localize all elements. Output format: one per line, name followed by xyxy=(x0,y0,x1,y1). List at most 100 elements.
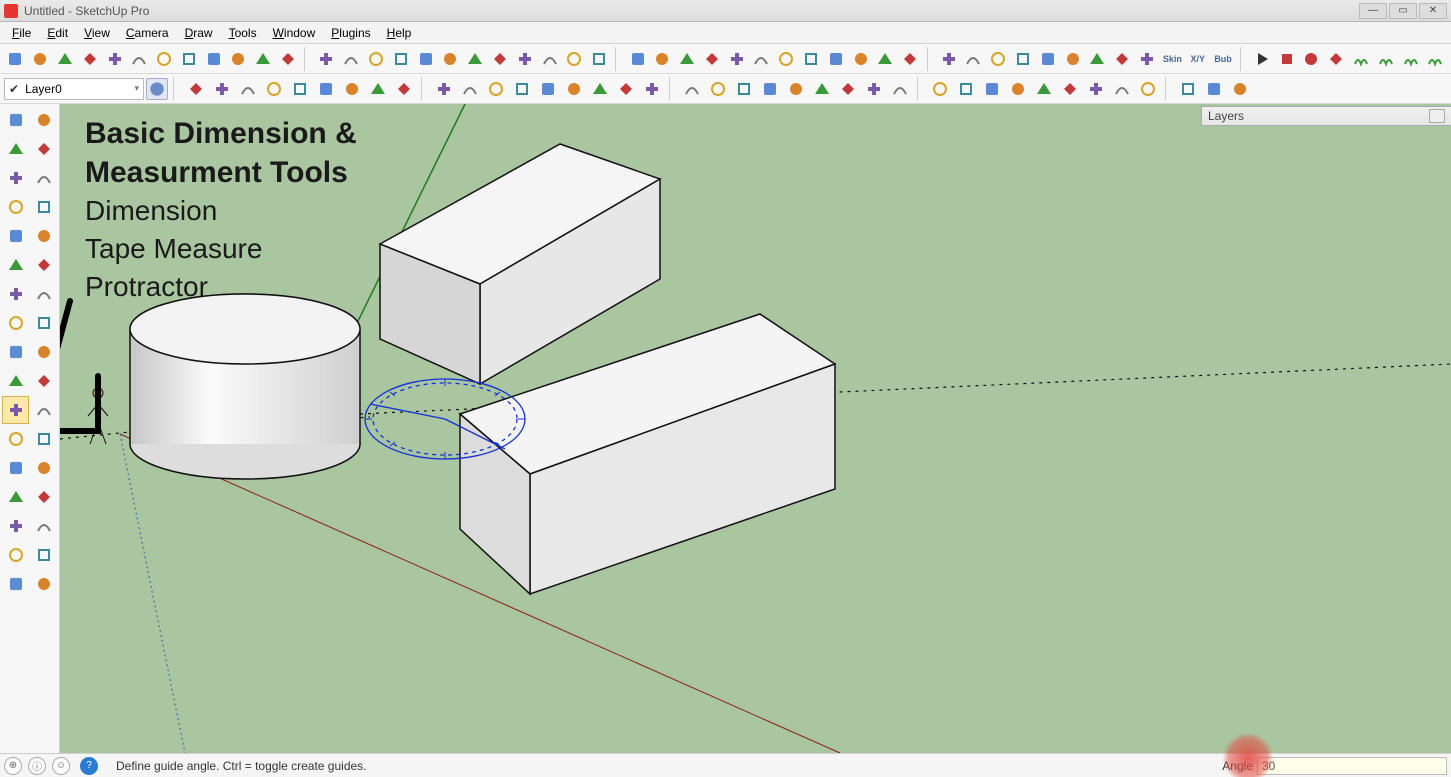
scale-tool[interactable] xyxy=(2,309,29,337)
layer-selector[interactable]: ✔Layer0▾ xyxy=(4,78,144,100)
tree1-icon[interactable] xyxy=(614,77,638,101)
scene-next-icon[interactable] xyxy=(563,47,586,71)
follow-me-icon[interactable] xyxy=(252,47,275,71)
back-edges-icon[interactable] xyxy=(1036,47,1059,71)
menu-edit[interactable]: Edit xyxy=(39,24,76,42)
rectangle-icon[interactable] xyxy=(103,47,126,71)
section-icon[interactable] xyxy=(513,47,536,71)
ruler-icon[interactable] xyxy=(288,77,312,101)
menu-plugins[interactable]: Plugins xyxy=(323,24,378,42)
star-icon[interactable] xyxy=(236,77,260,101)
menu-file[interactable]: File xyxy=(4,24,39,42)
layers-expand-button[interactable] xyxy=(1429,109,1445,123)
style2-icon[interactable] xyxy=(1086,47,1109,71)
select-arrow-icon[interactable] xyxy=(4,47,27,71)
layer-visible-check[interactable]: ✔ xyxy=(9,82,19,96)
tree2-icon[interactable] xyxy=(640,77,664,101)
look-icon[interactable] xyxy=(775,47,798,71)
move-tool[interactable] xyxy=(2,280,29,308)
sphere-icon[interactable] xyxy=(210,77,234,101)
menu-help[interactable]: Help xyxy=(379,24,420,42)
rotate-tool[interactable] xyxy=(30,280,57,308)
dot-orange-icon[interactable] xyxy=(732,77,756,101)
viewport-3d[interactable]: Basic Dimension & Measurment Tools Dimen… xyxy=(60,104,1451,753)
br-blue-icon[interactable] xyxy=(458,77,482,101)
hidden-line-icon[interactable] xyxy=(899,47,922,71)
circle-small-icon[interactable] xyxy=(536,77,560,101)
m-orange-icon[interactable] xyxy=(340,77,364,101)
menu-draw[interactable]: Draw xyxy=(177,24,221,42)
axes-icon[interactable] xyxy=(489,47,512,71)
cube4-icon[interactable] xyxy=(980,77,1004,101)
rotate-icon[interactable] xyxy=(153,47,176,71)
text-tool[interactable] xyxy=(30,367,57,395)
wireframe-icon[interactable] xyxy=(1012,47,1035,71)
style4-icon[interactable] xyxy=(1136,47,1159,71)
dimension-icon[interactable] xyxy=(414,47,437,71)
position-camera-icon[interactable] xyxy=(800,47,823,71)
q-blue-icon[interactable] xyxy=(484,77,508,101)
flag-icon[interactable] xyxy=(758,77,782,101)
zoom-window-icon[interactable] xyxy=(725,47,748,71)
close-button[interactable]: ✕ xyxy=(1419,3,1447,19)
tape-measure-tool[interactable] xyxy=(2,367,29,395)
line-icon[interactable] xyxy=(277,47,300,71)
followme-tool[interactable] xyxy=(30,338,57,366)
cube6-icon[interactable] xyxy=(1032,77,1056,101)
component-icon[interactable] xyxy=(184,77,208,101)
menu-camera[interactable]: Camera xyxy=(118,24,177,42)
position-tool[interactable] xyxy=(2,512,29,540)
vcb-input[interactable] xyxy=(1257,757,1447,775)
2pt-arc-icon[interactable] xyxy=(315,47,338,71)
style1-icon[interactable] xyxy=(1061,47,1084,71)
layers-panel[interactable]: Layers xyxy=(1201,106,1451,126)
box1-icon[interactable] xyxy=(1176,77,1200,101)
circle-icon[interactable] xyxy=(128,47,151,71)
person2-icon[interactable] xyxy=(1110,77,1134,101)
shaded-tex-icon[interactable] xyxy=(962,47,985,71)
pan-tool-tool[interactable] xyxy=(30,454,57,482)
grass-mid-icon[interactable] xyxy=(1374,47,1397,71)
pushpull-icon[interactable] xyxy=(177,47,200,71)
style3-icon[interactable] xyxy=(1111,47,1134,71)
stop-record-icon[interactable] xyxy=(1275,47,1298,71)
component-icon-tool[interactable] xyxy=(30,106,57,134)
skin-icon[interactable]: Skin xyxy=(1160,47,1184,71)
text-icon[interactable] xyxy=(439,47,462,71)
menu-window[interactable]: Window xyxy=(265,24,324,42)
play-icon[interactable] xyxy=(1251,47,1274,71)
record-red-icon[interactable] xyxy=(1300,47,1323,71)
paint-tool[interactable] xyxy=(2,135,29,163)
pie-tool[interactable] xyxy=(30,251,57,279)
tape-icon[interactable] xyxy=(389,47,412,71)
orbit-icon[interactable] xyxy=(626,47,649,71)
look-tool[interactable] xyxy=(30,512,57,540)
eye-tool[interactable] xyxy=(30,541,57,569)
credits-icon[interactable]: ⓘ xyxy=(28,757,46,775)
protractor-tool-tool[interactable] xyxy=(2,396,29,424)
grass-left-icon[interactable] xyxy=(1350,47,1373,71)
orbit-tool[interactable] xyxy=(2,454,29,482)
3d-warehouse-icon[interactable] xyxy=(588,47,611,71)
person-icon[interactable] xyxy=(1325,47,1348,71)
dimension-tool-tool[interactable] xyxy=(30,396,57,424)
user-icon[interactable]: ☺ xyxy=(52,757,70,775)
rt-blue-icon[interactable] xyxy=(432,77,456,101)
menu-view[interactable]: View xyxy=(76,24,118,42)
stack-icon[interactable] xyxy=(888,77,912,101)
dash-icon[interactable] xyxy=(562,77,586,101)
tree-icon[interactable] xyxy=(1424,47,1447,71)
grass-right-icon[interactable] xyxy=(1399,47,1422,71)
cube3-icon[interactable] xyxy=(954,77,978,101)
xy-icon[interactable]: X/Y xyxy=(1186,47,1209,71)
panel1-icon[interactable] xyxy=(1058,77,1082,101)
arc-tool[interactable] xyxy=(30,193,57,221)
zoom-icon[interactable] xyxy=(676,47,699,71)
curve-tool[interactable] xyxy=(2,251,29,279)
walk-tool-tool[interactable] xyxy=(2,541,29,569)
pushpull-tool[interactable] xyxy=(30,309,57,337)
r-blue-icon[interactable] xyxy=(392,77,416,101)
toggle-icon[interactable] xyxy=(314,77,338,101)
bub-icon[interactable]: Bub xyxy=(1211,47,1235,71)
arc-icon[interactable] xyxy=(29,47,52,71)
